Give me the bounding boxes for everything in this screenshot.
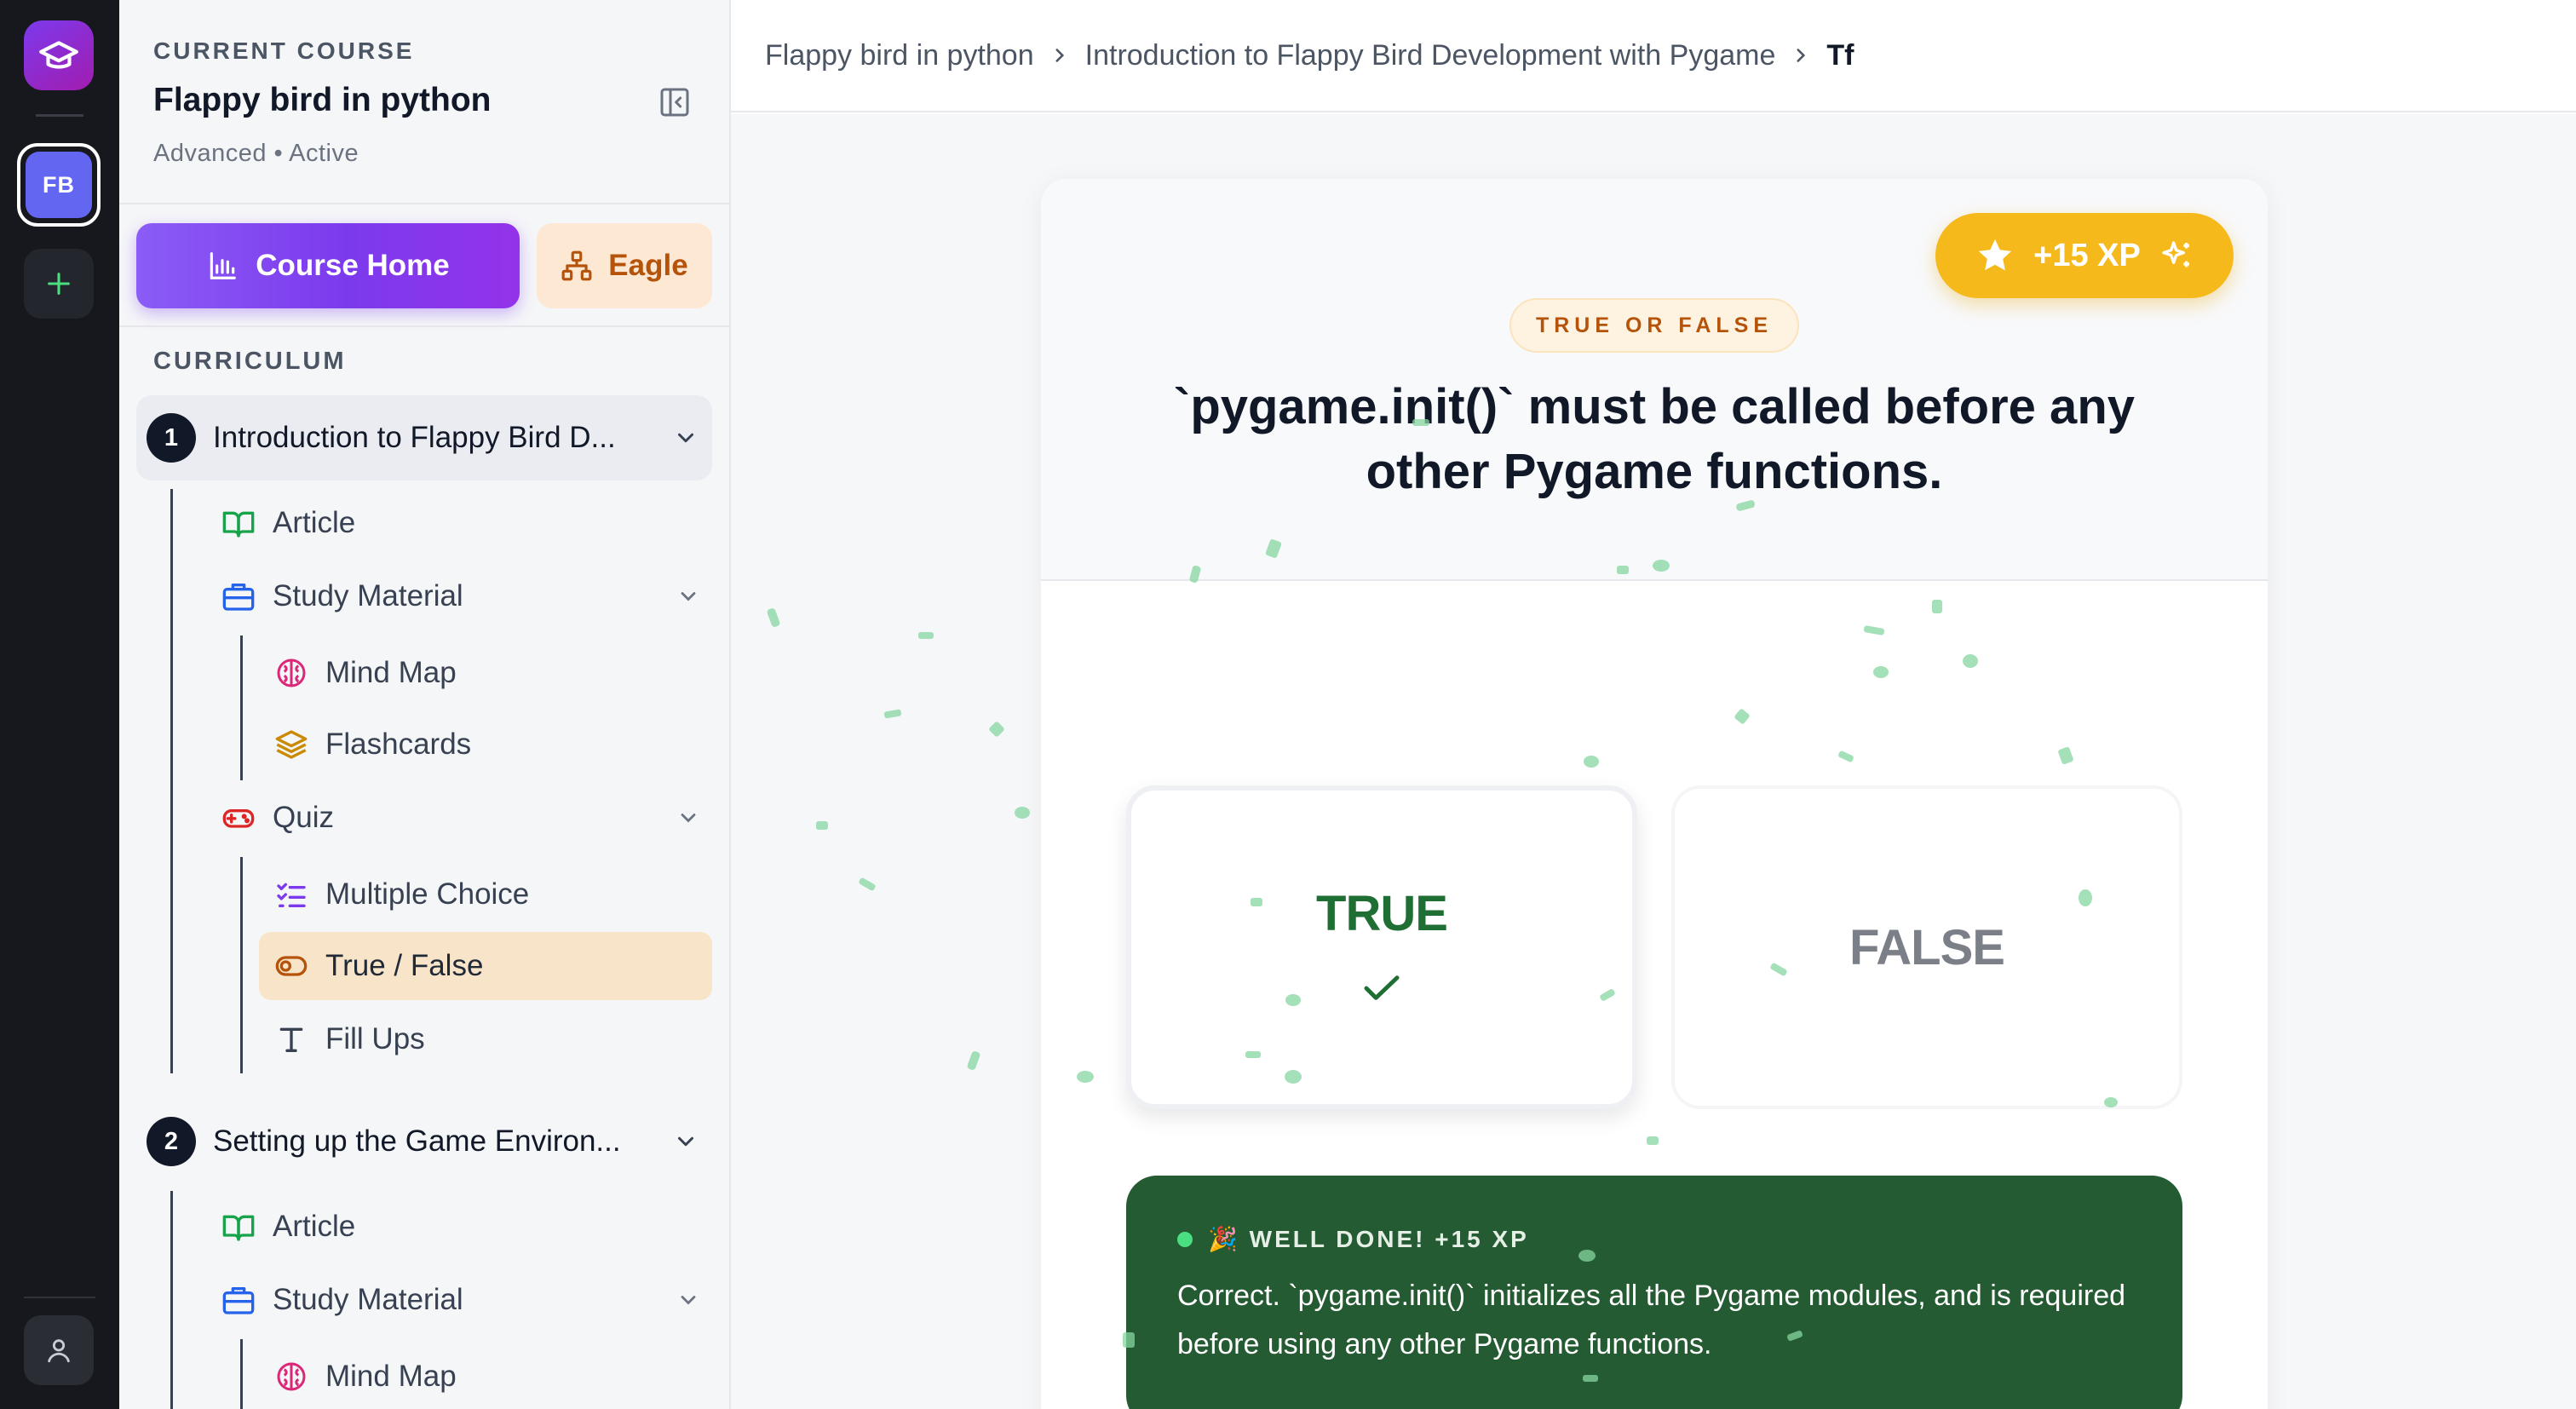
question-text: `pygame.init()` must be called before an… bbox=[1174, 379, 2135, 499]
current-course-eyebrow: CURRENT COURSE bbox=[153, 37, 415, 64]
briefcase-icon bbox=[222, 1287, 255, 1314]
chevron-down-icon[interactable] bbox=[676, 1288, 700, 1312]
list-checks-icon bbox=[277, 883, 306, 907]
course-home-button[interactable]: Course Home bbox=[136, 223, 520, 308]
item-label: Study Material bbox=[273, 579, 463, 612]
check-icon bbox=[1364, 975, 1400, 1000]
app-logo[interactable] bbox=[24, 20, 94, 90]
item-label: Study Material bbox=[273, 1283, 463, 1316]
item-label: Fill Ups bbox=[325, 1022, 425, 1055]
star-icon bbox=[1978, 239, 2012, 271]
briefcase-icon bbox=[222, 584, 255, 611]
bar-chart-icon bbox=[210, 252, 237, 279]
user-profile-button[interactable] bbox=[24, 1315, 94, 1385]
xp-badge: +15 XP bbox=[1935, 213, 2234, 298]
module-title: Setting up the Game Environ... bbox=[213, 1124, 621, 1158]
toggle-icon bbox=[275, 956, 308, 976]
add-course-button[interactable] bbox=[24, 249, 94, 319]
module-1-mind-map[interactable]: Mind Map bbox=[273, 639, 712, 707]
item-label: Mind Map bbox=[325, 1360, 457, 1393]
option-false-button[interactable]: FALSE bbox=[1671, 785, 2182, 1109]
feedback-title: 🎉 WELL DONE! +15 XP bbox=[1208, 1226, 1529, 1252]
module-1-true-false[interactable]: True / False bbox=[259, 932, 712, 1000]
sparkles-icon bbox=[2162, 241, 2189, 267]
course-meta: Advanced • Active bbox=[153, 140, 359, 167]
rail-divider-bottom bbox=[24, 1297, 95, 1298]
layers-icon bbox=[275, 730, 308, 759]
item-label: Article bbox=[273, 506, 356, 539]
chevron-right-icon bbox=[1775, 44, 1826, 66]
sitemap-icon bbox=[561, 250, 592, 281]
item-label: Multiple Choice bbox=[325, 877, 530, 911]
chevron-down-icon[interactable] bbox=[676, 584, 700, 608]
item-label: Flashcards bbox=[325, 728, 472, 761]
question-type-pill: TRUE OR FALSE bbox=[1509, 298, 1799, 353]
breadcrumb-current: Tf bbox=[1826, 38, 1854, 72]
graduation-cap-icon bbox=[39, 41, 78, 69]
module-2-article[interactable]: Article bbox=[220, 1193, 712, 1261]
course-switcher-active[interactable]: FB bbox=[17, 143, 101, 227]
module-title: Introduction to Flappy Bird D... bbox=[213, 421, 616, 454]
module-1-header[interactable]: 1 Introduction to Flappy Bird D... bbox=[136, 395, 712, 480]
sidebar-divider bbox=[119, 325, 729, 327]
study-material-tree-line bbox=[240, 635, 243, 780]
quiz-card: +15 XP TRUE OR FALSE `pygame.init()` mus… bbox=[1041, 179, 2268, 1409]
quiz-tree-line bbox=[240, 857, 243, 1073]
chevron-right-icon bbox=[1034, 44, 1085, 66]
chevron-down-icon[interactable] bbox=[673, 425, 699, 451]
brain-icon bbox=[277, 658, 306, 687]
collapse-sidebar-icon[interactable] bbox=[658, 85, 692, 119]
item-label: Article bbox=[273, 1210, 356, 1243]
module-1-flashcards[interactable]: Flashcards bbox=[273, 710, 712, 779]
xp-badge-label: +15 XP bbox=[2033, 237, 2141, 273]
status-dot bbox=[1177, 1231, 1193, 1247]
feedback-text: Correct. `pygame.init()` initializes all… bbox=[1177, 1280, 2126, 1360]
module-number: 2 bbox=[147, 1117, 196, 1166]
plus-icon bbox=[48, 273, 70, 295]
module-2-study-material[interactable]: Study Material bbox=[220, 1266, 712, 1334]
breadcrumb-module[interactable]: Introduction to Flappy Bird Development … bbox=[1085, 39, 1776, 72]
book-open-icon bbox=[222, 511, 255, 538]
module-1-article[interactable]: Article bbox=[220, 489, 712, 557]
item-label: Mind Map bbox=[325, 656, 457, 689]
gamepad-icon bbox=[222, 809, 255, 828]
breadcrumb: Flappy bird in python Introduction to Fl… bbox=[731, 0, 2576, 112]
module-2-header[interactable]: 2 Setting up the Game Environ... bbox=[136, 1099, 712, 1184]
quiz-card-header: +15 XP TRUE OR FALSE `pygame.init()` mus… bbox=[1041, 179, 2268, 581]
module-2-tree-line bbox=[170, 1191, 173, 1409]
curriculum-heading: CURRICULUM bbox=[153, 348, 347, 375]
module-1-quiz[interactable]: Quiz bbox=[220, 784, 712, 852]
item-label: Quiz bbox=[273, 801, 334, 834]
item-label: True / False bbox=[325, 949, 484, 982]
module-1-tree-line bbox=[170, 489, 173, 1073]
breadcrumb-course[interactable]: Flappy bird in python bbox=[765, 39, 1034, 72]
book-open-icon bbox=[222, 1215, 255, 1241]
course-sidebar: CURRENT COURSE Flappy bird in python Adv… bbox=[119, 0, 731, 1409]
chevron-down-icon[interactable] bbox=[676, 806, 700, 830]
feedback-panel: 🎉 WELL DONE! +15 XP Correct. `pygame.ini… bbox=[1126, 1176, 2182, 1409]
module-2-mind-map[interactable]: Mind Map bbox=[273, 1343, 712, 1409]
course-initials: FB bbox=[26, 152, 92, 218]
module-number: 1 bbox=[147, 413, 196, 463]
chevron-down-icon[interactable] bbox=[673, 1129, 699, 1154]
app-rail: FB bbox=[0, 0, 119, 1409]
text-type-icon bbox=[279, 1027, 303, 1052]
main-content: +15 XP TRUE OR FALSE `pygame.init()` mus… bbox=[731, 114, 2576, 1409]
eagle-button[interactable]: Eagle bbox=[537, 223, 712, 308]
course-title: Flappy bird in python bbox=[153, 82, 492, 118]
module-1-multiple-choice[interactable]: Multiple Choice bbox=[273, 860, 712, 929]
option-true-label: TRUE bbox=[1316, 885, 1448, 941]
option-true-button[interactable]: TRUE bbox=[1126, 785, 1637, 1109]
brain-icon bbox=[277, 1362, 306, 1391]
eagle-label: Eagle bbox=[608, 249, 688, 282]
rail-divider bbox=[36, 114, 83, 117]
course-home-label: Course Home bbox=[256, 249, 450, 282]
study-material-tree-line bbox=[240, 1339, 243, 1409]
module-1-fill-ups[interactable]: Fill Ups bbox=[273, 1005, 712, 1073]
sidebar-divider bbox=[119, 203, 729, 204]
user-icon bbox=[48, 1339, 70, 1363]
option-false-label: FALSE bbox=[1849, 919, 2005, 975]
module-1-study-material[interactable]: Study Material bbox=[220, 562, 712, 630]
